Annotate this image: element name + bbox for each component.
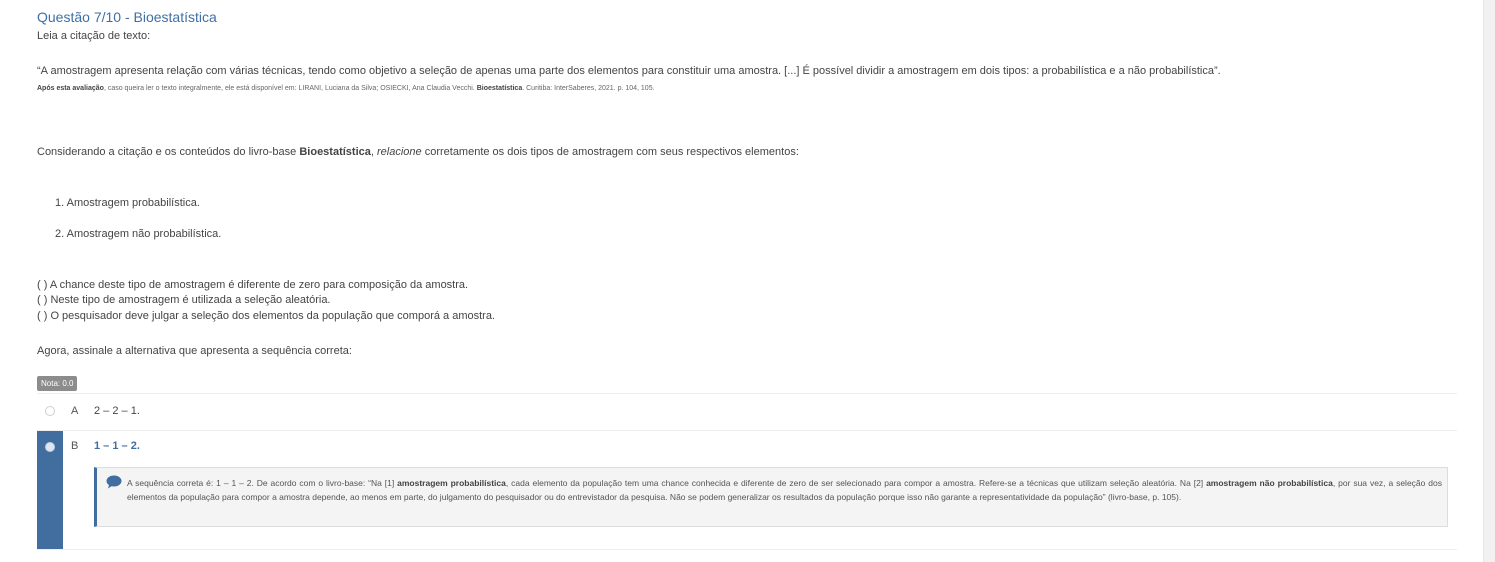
alternative-text: 1 – 1 – 2.	[94, 440, 140, 452]
source-mid: , caso queira ler o texto integralmente,…	[103, 85, 477, 92]
question-title: Questão 7/10 - Bioestatística	[37, 9, 217, 25]
alternative-c[interactable]	[37, 549, 1457, 562]
list-item: 1. Amostragem probabilística.	[55, 197, 200, 209]
source-end: . Curitiba: InterSaberes, 2021. p. 104, …	[522, 85, 655, 92]
instruction: Agora, assinale a alternativa que aprese…	[37, 345, 352, 357]
question-prompt: Considerando a citação e os conteúdos do…	[37, 146, 799, 158]
prompt-italic: relacione	[377, 146, 422, 158]
source-bold: Após esta avaliação	[37, 85, 104, 92]
radio-button[interactable]	[45, 406, 55, 416]
alternative-letter: B	[71, 440, 79, 452]
feedback-text: A sequência correta é: 1 – 1 – 2. De aco…	[127, 478, 1443, 502]
source-citation: Após esta avaliação, caso queira ler o t…	[37, 85, 655, 92]
alternative-a[interactable]: A 2 – 2 – 1.	[37, 393, 1457, 430]
prompt-book: Bioestatística	[299, 146, 371, 158]
source-book: Bioestatística	[476, 85, 523, 92]
list-item: 2. Amostragem não probabilística.	[55, 228, 222, 240]
alternative-text: 2 – 2 – 1.	[94, 405, 140, 417]
page: Questão 7/10 - Bioestatística Leia a cit…	[0, 0, 1495, 562]
feedback-box: A sequência correta é: 1 – 1 – 2. De aco…	[94, 467, 1448, 527]
statement: ( ) Neste tipo de amostragem é utilizada…	[37, 294, 331, 306]
statement: ( ) A chance deste tipo de amostragem é …	[37, 279, 469, 291]
grade-badge: Nota: 0.0	[37, 376, 78, 391]
quote-text: “A amostragem apresenta relação com vári…	[37, 65, 1221, 77]
comment-icon	[106, 475, 122, 494]
radio-button-selected[interactable]	[45, 442, 55, 452]
statement: ( ) O pesquisador deve julgar a seleção …	[37, 310, 495, 322]
question-intro: Leia a citação de texto:	[37, 30, 151, 42]
alternative-letter: A	[71, 405, 79, 417]
scrollbar[interactable]	[1483, 0, 1495, 562]
selected-indicator	[37, 431, 63, 549]
alternative-b[interactable]: B 1 – 1 – 2. A sequência correta é: 1 – …	[37, 430, 1457, 549]
